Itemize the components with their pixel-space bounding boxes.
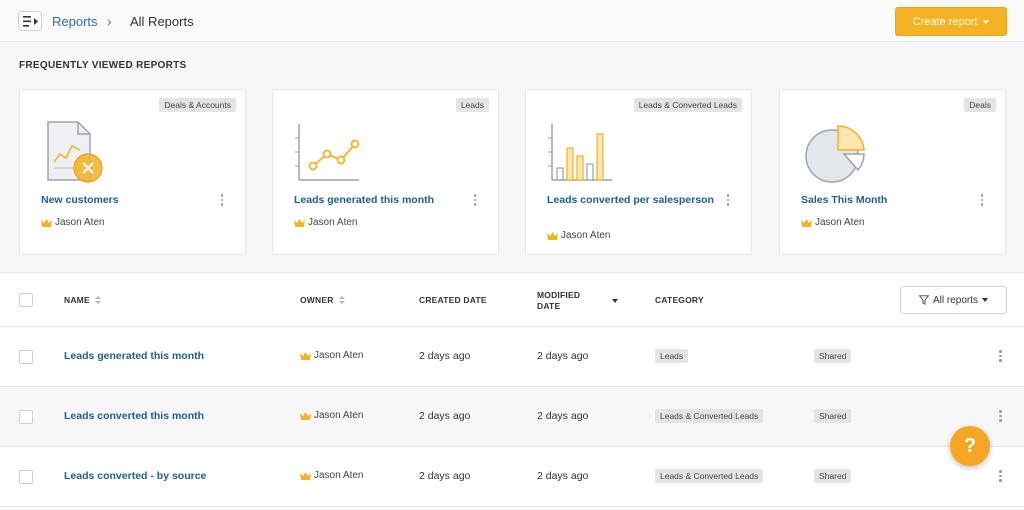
report-name-link[interactable]: Leads generated this month bbox=[64, 350, 204, 362]
report-card-title[interactable]: Leads generated this month bbox=[294, 193, 464, 207]
column-label: OWNER bbox=[300, 295, 334, 305]
chevron-down-icon bbox=[982, 298, 988, 302]
report-card-leads-generated[interactable]: Leads Leads generated this month Jason A… bbox=[272, 89, 499, 255]
row-owner: Jason Aten bbox=[300, 410, 363, 421]
column-header-modified-date[interactable]: MODIFIED DATE bbox=[537, 290, 627, 312]
owner-name: Jason Aten bbox=[314, 410, 364, 421]
row-checkbox[interactable] bbox=[19, 350, 33, 364]
report-card-owner: Jason Aten bbox=[801, 217, 864, 228]
column-header-created-date[interactable]: CREATED DATE bbox=[419, 295, 487, 305]
bar-chart-icon bbox=[548, 124, 612, 181]
create-report-button[interactable]: Create report bbox=[895, 7, 1007, 36]
sort-icon bbox=[94, 296, 101, 304]
shared-badge: Shared bbox=[814, 349, 852, 363]
category-badge: Deals bbox=[964, 98, 996, 112]
top-bar: Reports › All Reports Create report bbox=[0, 0, 1024, 42]
report-name-link[interactable]: Leads converted - by source bbox=[64, 470, 206, 482]
report-card-title[interactable]: New customers bbox=[41, 193, 211, 207]
crown-icon bbox=[547, 231, 558, 240]
table-row[interactable]: Leads converted - by source Jason Aten 2… bbox=[0, 447, 1024, 507]
menu-icon bbox=[23, 16, 38, 27]
crown-icon bbox=[300, 471, 311, 480]
page-title: All Reports bbox=[130, 14, 194, 29]
report-card-title[interactable]: Sales This Month bbox=[801, 193, 971, 207]
report-card-owner: Jason Aten bbox=[547, 230, 610, 241]
create-report-label: Create report bbox=[912, 15, 978, 28]
chevron-down-icon bbox=[983, 19, 990, 24]
report-card-owner: Jason Aten bbox=[294, 217, 357, 228]
owner-name: Jason Aten bbox=[308, 217, 358, 228]
sort-descending-icon bbox=[612, 299, 618, 303]
row-owner: Jason Aten bbox=[300, 470, 363, 481]
row-owner: Jason Aten bbox=[300, 350, 363, 361]
pie-chart-icon bbox=[805, 125, 865, 183]
section-title: FREQUENTLY VIEWED REPORTS bbox=[19, 60, 187, 71]
column-label: CREATED DATE bbox=[419, 295, 487, 305]
filter-label: All reports bbox=[932, 294, 978, 306]
breadcrumb-separator: › bbox=[107, 13, 112, 29]
more-options-icon[interactable] bbox=[726, 194, 730, 206]
category-badge: Deals & Accounts bbox=[159, 98, 236, 112]
owner-name: Jason Aten bbox=[55, 217, 105, 228]
crown-icon bbox=[294, 218, 305, 227]
more-options-icon[interactable] bbox=[999, 350, 1002, 362]
table-row[interactable]: Leads generated this month Jason Aten 2 … bbox=[0, 327, 1024, 387]
report-card-owner: Jason Aten bbox=[41, 217, 104, 228]
more-options-icon[interactable] bbox=[999, 470, 1002, 482]
row-checkbox[interactable] bbox=[19, 470, 33, 484]
category-tag: Leads & Converted Leads bbox=[655, 469, 764, 483]
shared-badge: Shared bbox=[814, 469, 852, 483]
category-badge: Leads bbox=[455, 98, 489, 112]
more-options-icon[interactable] bbox=[220, 194, 224, 206]
table-row[interactable]: Leads converted this month Jason Aten 2 … bbox=[0, 387, 1024, 447]
crown-icon bbox=[801, 218, 812, 227]
help-button[interactable]: ? bbox=[950, 426, 990, 466]
owner-name: Jason Aten bbox=[561, 230, 611, 241]
modified-date: 2 days ago bbox=[537, 410, 589, 422]
breadcrumb-reports-link[interactable]: Reports bbox=[52, 14, 98, 29]
modified-date: 2 days ago bbox=[537, 470, 589, 482]
select-all-checkbox[interactable] bbox=[19, 293, 33, 307]
column-header-name[interactable]: NAME bbox=[64, 295, 101, 305]
created-date: 2 days ago bbox=[419, 410, 471, 422]
category-tag: Leads bbox=[655, 349, 689, 363]
line-chart-icon bbox=[295, 124, 360, 181]
created-date: 2 days ago bbox=[419, 350, 471, 362]
sort-icon bbox=[338, 296, 345, 304]
owner-name: Jason Aten bbox=[314, 470, 364, 481]
column-header-owner[interactable]: OWNER bbox=[300, 295, 345, 305]
report-card-sales-this-month[interactable]: Deals Sales This Month Jason Aten bbox=[779, 89, 1006, 255]
owner-name: Jason Aten bbox=[314, 350, 364, 361]
report-card-leads-converted[interactable]: Leads & Converted Leads Leads converted … bbox=[525, 89, 752, 255]
column-label: CATEGORY bbox=[655, 295, 704, 305]
column-header-category: CATEGORY bbox=[655, 295, 704, 305]
created-date: 2 days ago bbox=[419, 470, 471, 482]
modified-date: 2 days ago bbox=[537, 350, 589, 362]
more-options-icon[interactable] bbox=[999, 410, 1002, 422]
shared-badge: Shared bbox=[814, 409, 852, 423]
crown-icon bbox=[300, 411, 311, 420]
crown-icon bbox=[300, 351, 311, 360]
help-icon: ? bbox=[963, 434, 977, 457]
column-label: NAME bbox=[64, 295, 90, 305]
category-tag: Leads & Converted Leads bbox=[655, 409, 764, 423]
report-card-new-customers[interactable]: Deals & Accounts New customers Jason Ate… bbox=[19, 89, 246, 255]
crown-icon bbox=[41, 218, 52, 227]
category-badge: Leads & Converted Leads bbox=[633, 98, 742, 112]
frequently-viewed-section: FREQUENTLY VIEWED REPORTS Deals & Accoun… bbox=[0, 42, 1024, 272]
report-card-title[interactable]: Leads converted per salesperson bbox=[547, 193, 717, 207]
filter-icon bbox=[918, 295, 929, 305]
document-chart-cancel-icon bbox=[47, 121, 103, 183]
table-header: NAME OWNER CREATED DATE MODIFIED DATE CA… bbox=[0, 272, 1024, 327]
report-filter-dropdown[interactable]: All reports bbox=[900, 286, 1007, 314]
more-options-icon[interactable] bbox=[980, 194, 984, 206]
report-name-link[interactable]: Leads converted this month bbox=[64, 410, 204, 422]
more-options-icon[interactable] bbox=[473, 194, 477, 206]
column-label: MODIFIED DATE bbox=[537, 290, 581, 311]
row-checkbox[interactable] bbox=[19, 410, 33, 424]
sidebar-toggle-button[interactable] bbox=[18, 11, 42, 31]
owner-name: Jason Aten bbox=[815, 217, 865, 228]
